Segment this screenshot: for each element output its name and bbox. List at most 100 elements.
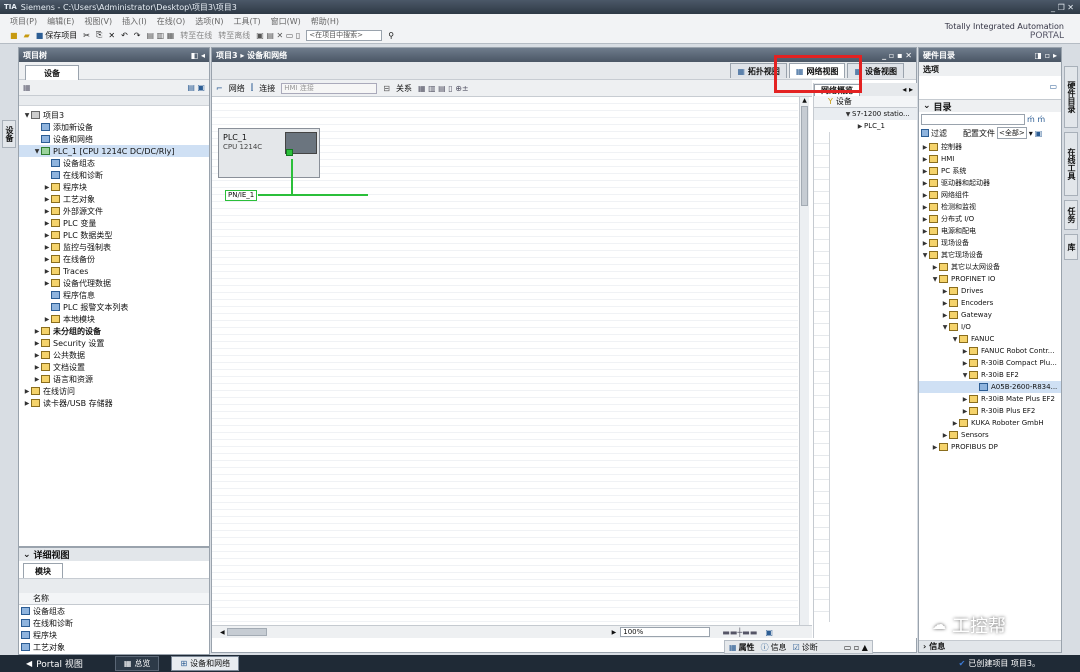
expand-icon[interactable]: ▶ [921,204,929,211]
expand-icon[interactable]: ▶ [43,232,51,239]
expand-icon[interactable]: ▼ [961,372,969,379]
properties-tab[interactable]: ▦ 属性 [729,642,755,653]
subnet-label[interactable]: PN/IE_1 [225,190,258,201]
menu-item[interactable]: 插入(I) [122,16,147,27]
expand-icon[interactable]: ▼ [921,252,929,259]
catalog-item[interactable]: ▶ R-30iB Compact Plu... [919,357,1061,369]
expand-icon[interactable]: ▶ [33,328,41,335]
list-item[interactable]: 设备组态 [19,605,209,617]
catalog-item[interactable]: ▶ 检测和监视 [919,201,1061,213]
expand-icon[interactable]: ▶ [43,268,51,275]
open-project-icon[interactable]: ▰ [24,31,30,40]
expand-icon[interactable]: ▶ [961,396,969,403]
catalog-item[interactable]: ▶ 分布式 I/O [919,213,1061,225]
relation-button[interactable]: 关系 [396,83,412,94]
collapse-icon[interactable]: ◧ ◂ [191,51,205,60]
expand-icon[interactable]: ▶ [921,144,929,151]
list-item[interactable]: 工艺对象 [19,641,209,653]
subnet-line[interactable] [258,194,368,196]
tree-item[interactable]: ▶ Security 设置 [19,337,209,349]
expand-icon[interactable]: ▶ [43,316,51,323]
connection-button[interactable]: 连接 [259,83,275,94]
menu-item[interactable]: 选项(N) [195,16,223,27]
tree-item[interactable]: ▶ 监控与强制表 [19,241,209,253]
catalog-dir-header[interactable]: ⌄ 目录 [919,100,1061,113]
expand-icon[interactable]: ▶ [43,244,51,251]
menu-item[interactable]: 视图(V) [84,16,112,27]
go-offline-button[interactable]: 转至离线 [218,30,250,41]
catalog-item[interactable]: ▶ 网络组件 [919,189,1061,201]
catalog-item[interactable]: ▼ R-30iB EF2 [919,369,1061,381]
catalog-info-bar[interactable]: › 信息 [919,640,1061,652]
network-button[interactable]: 网络 [229,83,245,94]
cut-icon[interactable]: ✂ [83,31,90,40]
expand-icon[interactable]: ▶ [921,156,929,163]
undo-icon[interactable]: ↶ [121,31,128,40]
catalog-item[interactable]: ▶ Gateway [919,309,1061,321]
plc-device[interactable]: PLC_1 CPU 1214C [218,128,320,178]
expand-icon[interactable]: ▼ [941,324,949,331]
catalog-item[interactable]: ▶ KUKA Roboter GmbH [919,417,1061,429]
expand-icon[interactable]: ▶ [43,256,51,263]
catalog-item[interactable]: ▶ 现场设备 [919,237,1061,249]
list-item[interactable]: 程序块 [19,629,209,641]
catalog-item[interactable]: ▼ FANUC [919,333,1061,345]
tree-item[interactable]: ▶ 在线访问 [19,385,209,397]
expand-icon[interactable]: ▶ [961,360,969,367]
side-tab-3[interactable]: 库 [1064,234,1078,260]
expand-icon[interactable]: ▶ [33,376,41,383]
expand-icon[interactable]: ▶ [33,364,41,371]
options-icon[interactable]: ▭ [1049,82,1057,91]
catalog-item[interactable]: ▼ PROFINET IO [919,273,1061,285]
tab-modules[interactable]: 模块 [23,563,63,578]
expand-icon[interactable]: ▶ [23,400,31,407]
search-input[interactable]: <在项目中搜索> [306,29,383,41]
tree-item[interactable]: ▶ 本地模块 [19,313,209,325]
tree-item[interactable]: PLC 报警文本列表 [19,301,209,313]
redo-icon[interactable]: ↷ [134,31,141,40]
profile-dropdown-icon[interactable]: ▾ [1029,129,1033,138]
catalog-item[interactable]: ▶ 其它以太网设备 [919,261,1061,273]
catalog-item[interactable]: ▶ Drives [919,285,1061,297]
inspector-controls[interactable]: ▭ ▫ ▲ [844,643,868,652]
expand-icon[interactable]: ▼ [931,276,939,283]
tree-item[interactable]: ▶ 外部源文件 [19,205,209,217]
tree-item[interactable]: 程序信息 [19,289,209,301]
catalog-controls[interactable]: ◨ ▫ ▸ [1034,51,1057,60]
h-scroll-right[interactable]: ▶ [612,629,617,636]
detail-column-header[interactable]: 名称 [19,593,209,605]
hmi-connection-select[interactable]: HMI 连接 [281,82,378,94]
scroll-thumb[interactable] [801,106,808,206]
overview-nav-icon[interactable]: ◂ ▸ [902,85,913,94]
expand-icon[interactable]: ▶ [921,192,929,199]
catalog-search-input[interactable] [921,113,1025,125]
overview-tab[interactable]: ▦ 总览 [114,656,160,671]
menu-item[interactable]: 编辑(E) [47,16,74,27]
search-next-icon[interactable]: ḿ ḿ [1027,115,1045,124]
side-tab-2[interactable]: 任务 [1064,200,1078,230]
copy-icon[interactable]: ⎘ [96,30,102,40]
catalog-item[interactable]: A05B-2600-R834... [919,381,1061,393]
catalog-item[interactable]: ▶ R-30iB Mate Plus EF2 [919,393,1061,405]
window-controls[interactable]: _ ❐ ✕ [1051,3,1074,12]
view-toggle-icon[interactable]: ▤ ▣ [187,83,205,92]
h-scroll-thumb[interactable] [226,628,267,636]
expand-icon[interactable]: ▶ [941,432,949,439]
overview-row-plc[interactable]: ▶ PLC_1 [814,120,917,132]
menu-item[interactable]: 帮助(H) [311,16,339,27]
side-tab-1[interactable]: 在线工具 [1064,132,1078,196]
menu-item[interactable]: 窗口(W) [271,16,301,27]
expand-icon[interactable]: ▶ [941,288,949,295]
tree-item[interactable]: ▼ PLC_1 [CPU 1214C DC/DC/Rly] [19,145,209,157]
network-canvas[interactable]: PLC_1 CPU 1214C PN/IE_1 [212,97,798,625]
h-scroll-left[interactable]: ◀ [220,629,225,636]
catalog-item[interactable]: ▶ 控制器 [919,141,1061,153]
expand-icon[interactable]: ▶ [961,348,969,355]
tree-item[interactable]: ▶ 公共数据 [19,349,209,361]
catalog-item[interactable]: ▶ 电源和配电 [919,225,1061,237]
expand-icon[interactable]: ▶ [921,240,929,247]
tool-icons[interactable]: ▦ ▥ ▤ ▯ ⊕± [418,84,469,93]
overview-column-header[interactable]: Y 设备 [814,96,917,108]
expand-icon[interactable]: ▶ [941,312,949,319]
editor-window-controls[interactable]: _ ▫ ▪ ✕ [882,51,912,60]
